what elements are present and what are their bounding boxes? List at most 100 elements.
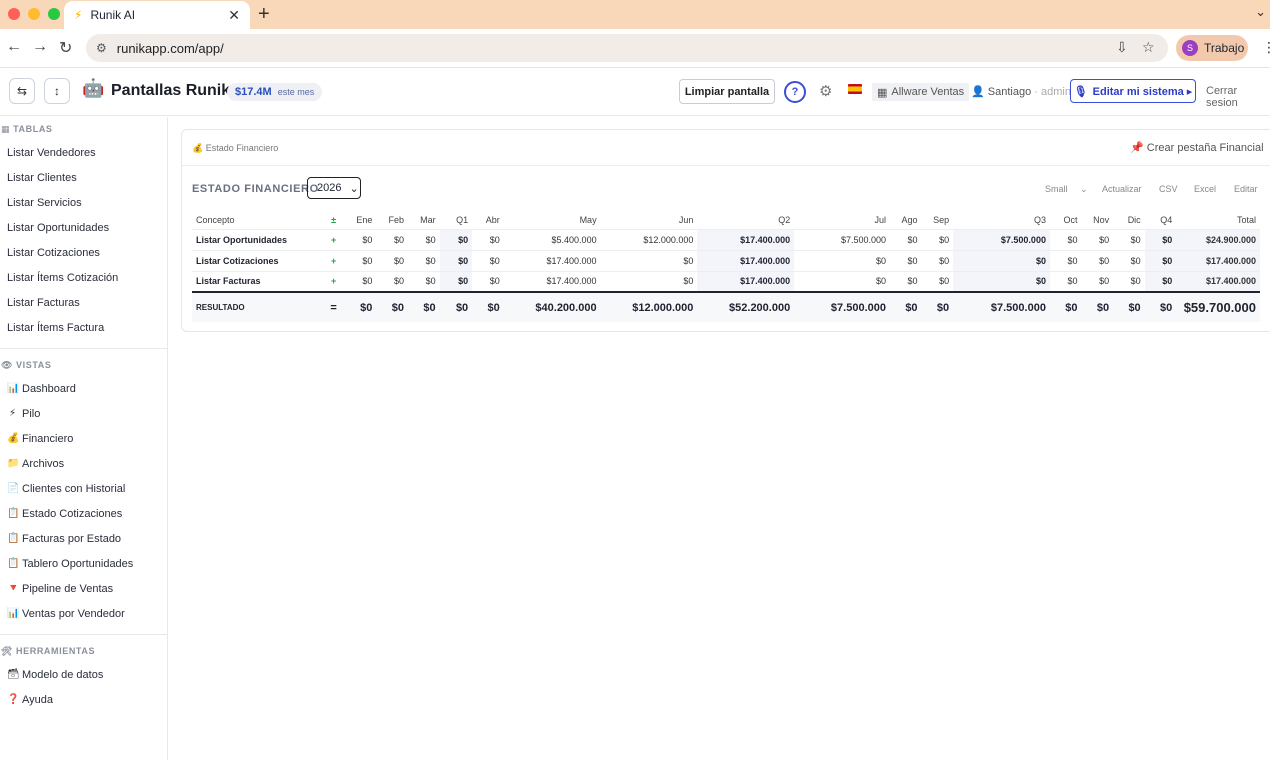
sidebar-item-view[interactable]: 📋 Estado Cotizaciones xyxy=(0,501,167,526)
column-header: Dic xyxy=(1127,214,1141,225)
sidebar-item-label: Listar Servicios xyxy=(7,196,82,209)
sidebar-item-view[interactable]: 📊 Ventas por Vendedor xyxy=(0,601,167,626)
value-cell: $0 xyxy=(376,291,408,322)
value-cell: $7.500.000 xyxy=(953,228,1050,250)
spain-flag-icon[interactable] xyxy=(848,84,862,94)
edit-button[interactable]: Editar xyxy=(1234,184,1258,194)
value-cell: $0 xyxy=(408,270,440,292)
column-header: Jul xyxy=(874,214,886,225)
column-header: Nov xyxy=(1093,214,1110,225)
value-cell: $0 xyxy=(600,270,698,292)
clear-screen-button[interactable]: Limpiar pantalla xyxy=(679,79,775,104)
sidebar-item-label: Listar Ítems Factura xyxy=(7,321,105,334)
tab-title: Runik AI xyxy=(90,8,136,22)
sidebar-item-view[interactable]: 📁 Archivos xyxy=(0,451,167,476)
sidebar-item-tool[interactable]: ❓ Ayuda xyxy=(0,687,167,712)
value-cell: $0 xyxy=(376,249,408,271)
sidebar-item-tool[interactable]: 🗃 Modelo de datos xyxy=(0,662,167,687)
sidebar-item-label: Modelo de datos xyxy=(22,668,104,681)
sidebar-item-view[interactable]: 🔻 Pipeline de Ventas xyxy=(0,576,167,601)
grid-icon: ▦ xyxy=(1,123,11,134)
sidebar-item-table[interactable]: Listar Servicios xyxy=(0,190,167,215)
concept-cell[interactable]: Listar Cotizaciones xyxy=(192,249,323,271)
bookmark-star-icon[interactable]: ☆ xyxy=(1142,39,1155,56)
size-select[interactable]: Small ⌄ xyxy=(1045,184,1088,195)
sidebar-item-view[interactable]: 📋 Facturas por Estado xyxy=(0,526,167,551)
concept-cell[interactable]: Listar Facturas xyxy=(192,270,323,292)
value-cell: $0 xyxy=(1049,228,1082,250)
value-cell: $0 xyxy=(376,270,408,292)
browser-menu-icon[interactable]: ⋮ xyxy=(1262,39,1270,56)
tools-icon: 🛠 xyxy=(1,645,14,656)
value-cell: $0 xyxy=(1081,291,1114,322)
kpi-label: este mes xyxy=(277,87,315,97)
tool-icon: 🗃 xyxy=(7,669,20,680)
year-select[interactable]: 2026 ⌄ xyxy=(307,177,361,199)
collapse-sidebar-button[interactable]: ⇆ xyxy=(9,78,35,104)
sidebar-item-table[interactable]: Listar Oportunidades xyxy=(0,215,167,240)
edit-system-button[interactable]: 🎙 Editar mi sistema ▸ xyxy=(1070,79,1196,103)
address-bar[interactable]: ⚙ runikapp.com/app/ ⇩ ☆ xyxy=(86,34,1168,62)
new-tab-button[interactable]: + xyxy=(258,3,270,26)
sidebar-item-table[interactable]: Listar Cotizaciones xyxy=(0,240,167,265)
close-tab-icon[interactable]: ✕ xyxy=(228,7,240,24)
concept-cell[interactable]: Listar Oportunidades xyxy=(192,228,323,250)
csv-button[interactable]: CSV xyxy=(1159,184,1178,194)
sidebar-item-label: Tablero Oportunidades xyxy=(22,557,134,570)
sidebar-item-table[interactable]: Listar Facturas xyxy=(0,290,167,315)
sidebar-item-label: Ventas por Vendedor xyxy=(22,607,125,620)
total-cell: $17.400.000 xyxy=(1176,270,1260,292)
help-button[interactable]: ? xyxy=(784,81,806,103)
refresh-button[interactable]: Actualizar xyxy=(1102,184,1142,194)
table-row: Listar Oportunidades + $0 $0 $0 $0 $0 $5.400.00… xyxy=(192,228,1260,250)
sidebar-item-table[interactable]: Listar Ítems Factura xyxy=(0,315,167,340)
sidebar-item-table[interactable]: Listar Ítems Cotización xyxy=(0,265,167,290)
excel-button[interactable]: Excel xyxy=(1194,184,1216,194)
company-selector[interactable]: ▦ Allware Ventas xyxy=(872,83,970,101)
sidebar-item-table[interactable]: Listar Vendedores xyxy=(0,140,167,165)
expand-vertical-button[interactable]: ↕ xyxy=(44,78,70,104)
chevron-down-icon: ⌄ xyxy=(1080,184,1088,194)
column-header: Q1 xyxy=(456,214,469,225)
back-icon[interactable]: ← xyxy=(6,38,22,56)
user-name: Santiago xyxy=(987,86,1032,98)
kpi-value: $17.4M xyxy=(235,86,272,98)
value-cell: $0 xyxy=(1049,291,1082,322)
sidebar-item-view[interactable]: 💰 Financiero xyxy=(0,426,167,451)
value-cell: $17.400.000 xyxy=(697,270,795,292)
sidebar-item-table[interactable]: Listar Clientes xyxy=(0,165,167,190)
sidebar-item-view[interactable]: 📊 Dashboard xyxy=(0,376,167,401)
profile-button[interactable]: S Trabajo xyxy=(1176,35,1248,61)
tab-search-icon[interactable]: ⌄ xyxy=(1255,4,1266,20)
forward-icon[interactable]: → xyxy=(32,38,48,56)
tools-section-header: 🛠 HERRAMIENTAS xyxy=(0,643,167,659)
sidebar-item-view[interactable]: 📄 Clientes con Historial xyxy=(0,476,167,501)
value-cell: $0 xyxy=(344,291,377,322)
browser-tab[interactable]: ⚡ Runik AI ✕ xyxy=(64,1,250,29)
minimize-window-button[interactable] xyxy=(28,8,40,20)
install-app-icon[interactable]: ⇩ xyxy=(1116,39,1128,56)
sidebar-item-view[interactable]: ⚡ Pilo xyxy=(0,401,167,426)
pin-icon: 📌 xyxy=(1130,142,1144,154)
column-header: Q3 xyxy=(1033,214,1046,225)
value-cell: $12.000.000 xyxy=(600,228,698,250)
column-header: Concepto xyxy=(196,214,235,225)
sidebar-item-view[interactable]: 📋 Tablero Oportunidades xyxy=(0,551,167,576)
value-cell: $0 xyxy=(344,270,377,292)
maximize-window-button[interactable] xyxy=(48,8,60,20)
create-tab-button[interactable]: 📌 Crear pestaña Financial xyxy=(1130,141,1264,154)
value-cell: $0 xyxy=(1144,270,1177,292)
column-header: Ago xyxy=(901,214,918,225)
value-cell: $0 xyxy=(953,249,1050,271)
value-cell: $0 xyxy=(889,249,922,271)
site-settings-icon[interactable]: ⚙ xyxy=(96,41,107,55)
close-window-button[interactable] xyxy=(8,8,20,20)
gear-icon[interactable]: ⚙ xyxy=(819,82,832,100)
user-info: 👤 Santiago · admin xyxy=(971,85,1071,98)
sidebar-item-label: Pipeline de Ventas xyxy=(22,582,114,595)
reload-icon[interactable]: ↻ xyxy=(59,38,72,58)
building-icon: ▦ xyxy=(877,86,888,99)
logout-link[interactable]: Cerrar sesion xyxy=(1206,85,1270,109)
value-cell: $0 xyxy=(1049,270,1082,292)
column-header: Jun xyxy=(678,214,694,225)
